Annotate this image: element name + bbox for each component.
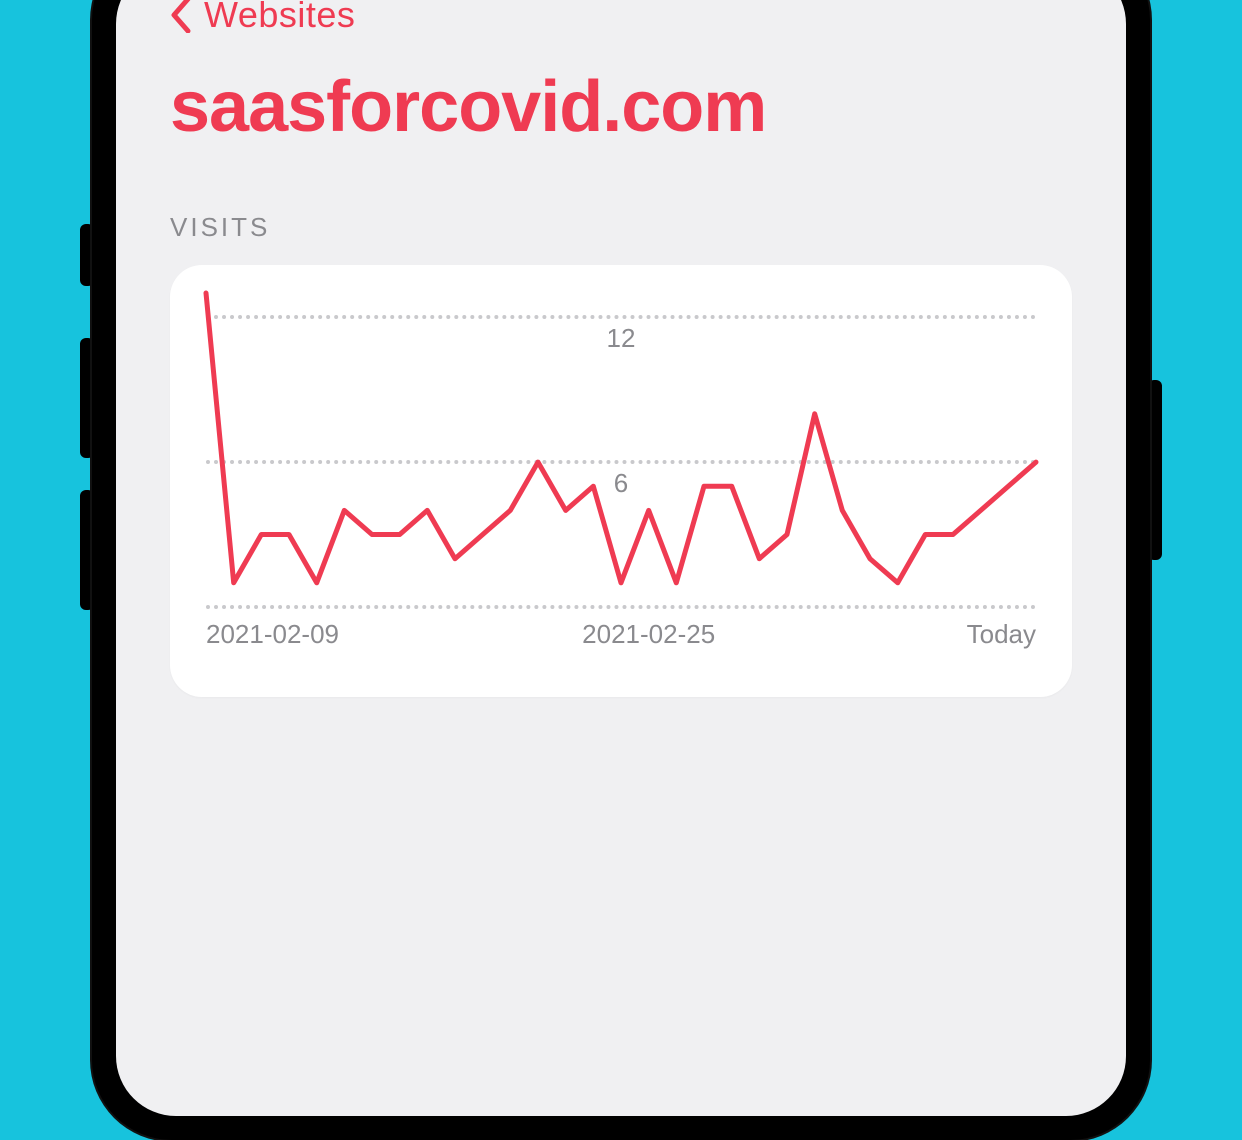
chart-x-tick-label: Today: [967, 619, 1036, 650]
visits-chart-card: 612 2021-02-092021-02-25Today: [170, 265, 1072, 697]
screen: Websites saasforcovid.com VISITS 612 202…: [116, 0, 1126, 1116]
chart-x-tick-label: 2021-02-25: [582, 619, 715, 650]
visits-chart[interactable]: 612 2021-02-092021-02-25Today: [206, 293, 1036, 667]
back-label: Websites: [204, 0, 355, 36]
chart-line: [206, 293, 1036, 607]
phone-side-button: [1148, 380, 1162, 560]
phone-frame: Websites saasforcovid.com VISITS 612 202…: [92, 0, 1150, 1140]
chart-x-tick-label: 2021-02-09: [206, 619, 339, 650]
section-label: VISITS: [116, 148, 1126, 243]
chevron-left-icon: [170, 0, 192, 33]
page-title: saasforcovid.com: [116, 36, 1126, 148]
back-button[interactable]: Websites: [116, 0, 409, 36]
